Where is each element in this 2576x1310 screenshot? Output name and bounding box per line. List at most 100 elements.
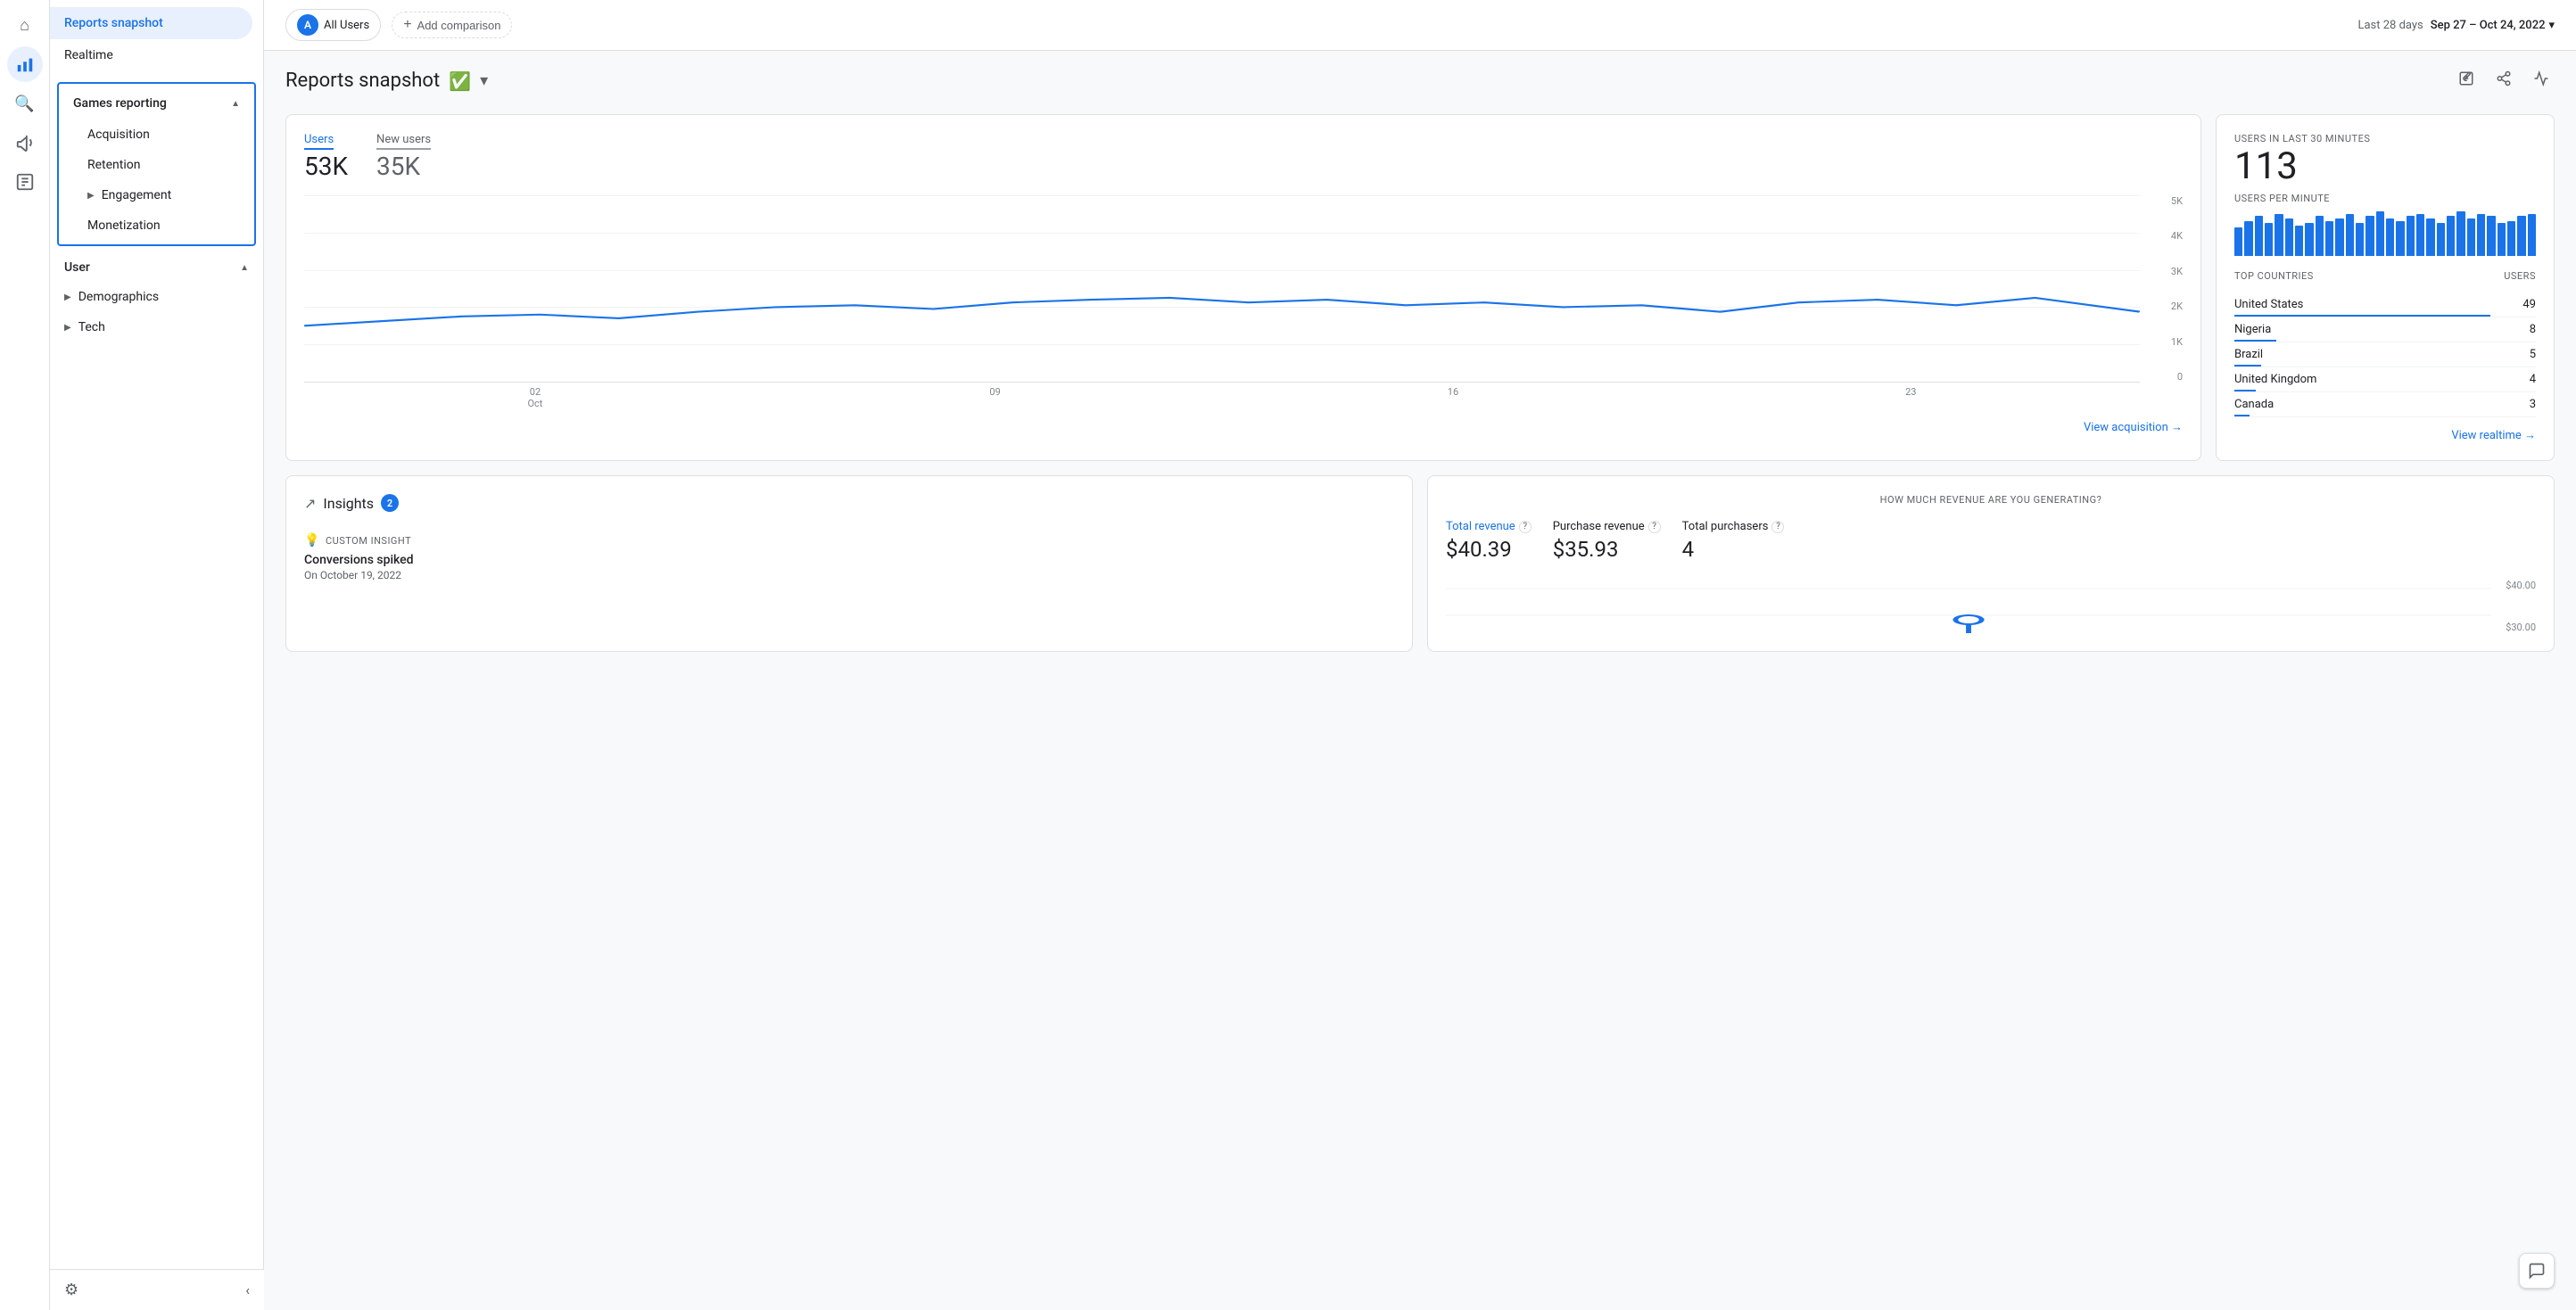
date-prefix: Last 28 days (2357, 19, 2423, 32)
chat-float-button[interactable] (2519, 1253, 2555, 1289)
revenue-card: HOW MUCH REVENUE ARE YOU GENERATING? Tot… (1427, 475, 2555, 652)
purchase-revenue-value: $35.93 (1553, 537, 1661, 562)
country-row: Nigeria 8 (2234, 317, 2536, 342)
home-nav-icon[interactable]: ⌂ (7, 7, 43, 43)
country-row: United Kingdom 4 (2234, 367, 2536, 392)
users-metric: Users 53K (304, 133, 348, 181)
total-revenue-help-icon[interactable]: ? (1519, 521, 1532, 533)
mini-bar-item (2335, 218, 2343, 256)
insights-title: Insights (323, 495, 374, 512)
sidebar-item-retention[interactable]: Retention (59, 150, 254, 180)
user-chip[interactable]: A All Users (285, 9, 381, 41)
country-value: 5 (2530, 348, 2536, 361)
search-nav-icon[interactable]: 🔍 (7, 86, 43, 121)
revenue-chart-svg (1446, 580, 2491, 633)
edit-icon[interactable] (2453, 65, 2480, 96)
reports-snapshot-label: Reports snapshot (64, 16, 163, 30)
country-name: United Kingdom (2234, 373, 2316, 386)
mini-bar-item (2487, 216, 2495, 256)
mini-bar-item (2447, 216, 2455, 256)
chart-line-svg (304, 195, 2140, 382)
users-label: Users (304, 133, 334, 150)
mini-bar-item (2456, 211, 2465, 256)
country-name: Canada (2234, 398, 2274, 411)
new-users-label: New users (376, 133, 431, 150)
reports-nav-icon[interactable] (7, 164, 43, 200)
x-label-23: 23 (1905, 386, 1916, 409)
purchase-revenue-help-icon[interactable]: ? (1648, 521, 1661, 533)
purchase-revenue-label: Purchase revenue ? (1553, 520, 1661, 533)
bottom-grid: ↗ Insights 2 💡 CUSTOM INSIGHT Conversion… (285, 475, 2555, 652)
country-value: 4 (2530, 373, 2536, 386)
insight-type: 💡 CUSTOM INSIGHT (304, 533, 1394, 548)
realtime-header-label: USERS IN LAST 30 MINUTES (2234, 133, 2536, 144)
chart-icon[interactable] (2528, 65, 2555, 96)
add-comparison-button[interactable]: + Add comparison (392, 12, 512, 38)
sidebar-item-demographics[interactable]: ▶ Demographics (50, 282, 263, 312)
demographics-chevron: ▶ (64, 292, 71, 302)
realtime-card: USERS IN LAST 30 MINUTES 113 USERS PER M… (2216, 114, 2555, 461)
user-chevron: ▲ (240, 263, 249, 273)
share-icon[interactable] (2490, 65, 2517, 96)
mini-bar-item (2376, 211, 2384, 256)
mini-bar-item (2265, 223, 2273, 256)
insight-item: 💡 CUSTOM INSIGHT Conversions spiked On O… (304, 526, 1394, 589)
mini-bar-item (2316, 216, 2324, 256)
engagement-chevron: ▶ (87, 191, 95, 201)
sidebar-item-acquisition[interactable]: Acquisition (59, 119, 254, 150)
sidebar-item-realtime[interactable]: Realtime (50, 39, 252, 71)
sidebar-collapse-btn[interactable]: ‹ (245, 1281, 250, 1298)
megaphone-nav-icon[interactable] (7, 125, 43, 161)
mini-bar-item (2477, 214, 2485, 256)
sidebar-item-monetization[interactable]: Monetization (59, 210, 254, 241)
settings-icon[interactable]: ⚙ (64, 1281, 78, 1299)
x-label-09: 09 (989, 386, 1000, 409)
sidebar-item-engagement[interactable]: ▶ Engagement (59, 180, 254, 210)
user-section-title[interactable]: User ▲ (50, 253, 263, 282)
users-value: 53K (304, 152, 348, 181)
users-chart-card: Users 53K New users 35K (285, 114, 2201, 461)
user-section: User ▲ ▶ Demographics ▶ Tech (50, 253, 263, 342)
sidebar: Reports snapshot Realtime Games reportin… (50, 0, 264, 1310)
country-bar (2234, 315, 2490, 317)
date-dropdown-icon: ▾ (2548, 19, 2555, 32)
chart-x-labels: 02Oct 09 16 23 (304, 383, 2140, 409)
games-reporting-title[interactable]: Games reporting ▲ (59, 87, 254, 119)
total-purchasers-label: Total purchasers ? (1682, 520, 1785, 533)
sidebar-item-tech[interactable]: ▶ Tech (50, 312, 263, 342)
country-name: Brazil (2234, 348, 2263, 361)
revenue-question: HOW MUCH REVENUE ARE YOU GENERATING? (1446, 494, 2536, 506)
page-title-bar: Reports snapshot ✅ ▾ (285, 65, 2555, 96)
insights-badge: 2 (381, 494, 399, 512)
page-title-left: Reports snapshot ✅ ▾ (285, 70, 488, 92)
view-realtime-link[interactable]: View realtime → (2234, 428, 2536, 442)
revenue-chart: $40.00 $30.00 (1446, 580, 2536, 633)
analytics-nav-icon[interactable] (7, 46, 43, 82)
total-revenue-value: $40.39 (1446, 537, 1532, 562)
total-purchasers-metric: Total purchasers ? 4 (1682, 520, 1785, 562)
country-bar (2234, 415, 2250, 416)
total-revenue-label: Total revenue ? (1446, 520, 1532, 533)
countries-table-header: TOP COUNTRIES USERS (2234, 270, 2536, 285)
users-metrics-header: Users 53K New users 35K (304, 133, 2183, 181)
title-dropdown-icon[interactable]: ▾ (480, 71, 488, 90)
icon-rail: ⌂ 🔍 (0, 0, 50, 1310)
sidebar-item-reports-snapshot[interactable]: Reports snapshot (50, 7, 252, 39)
mini-bar-item (2305, 223, 2313, 256)
date-range-picker[interactable]: Sep 27 – Oct 24, 2022 ▾ (2431, 19, 2555, 32)
x-label-oct02: 02Oct (527, 386, 542, 409)
games-reporting-group: Games reporting ▲ Acquisition Retention … (57, 82, 256, 246)
view-acquisition-link[interactable]: View acquisition → (304, 420, 2183, 434)
mini-bar-item (2396, 221, 2404, 256)
total-purchasers-help-icon[interactable]: ? (1771, 521, 1784, 533)
topbar: A All Users + Add comparison Last 28 day… (264, 0, 2576, 51)
avatar: A (297, 14, 318, 36)
insight-date: On October 19, 2022 (304, 569, 1394, 581)
purchase-revenue-metric: Purchase revenue ? $35.93 (1553, 520, 1661, 562)
mini-bar-item (2255, 216, 2263, 256)
country-bar (2234, 365, 2261, 367)
topbar-right: Last 28 days Sep 27 – Oct 24, 2022 ▾ (2357, 19, 2555, 32)
page-title: Reports snapshot (285, 70, 440, 92)
realtime-label: Realtime (64, 48, 113, 62)
country-bar (2234, 340, 2276, 342)
